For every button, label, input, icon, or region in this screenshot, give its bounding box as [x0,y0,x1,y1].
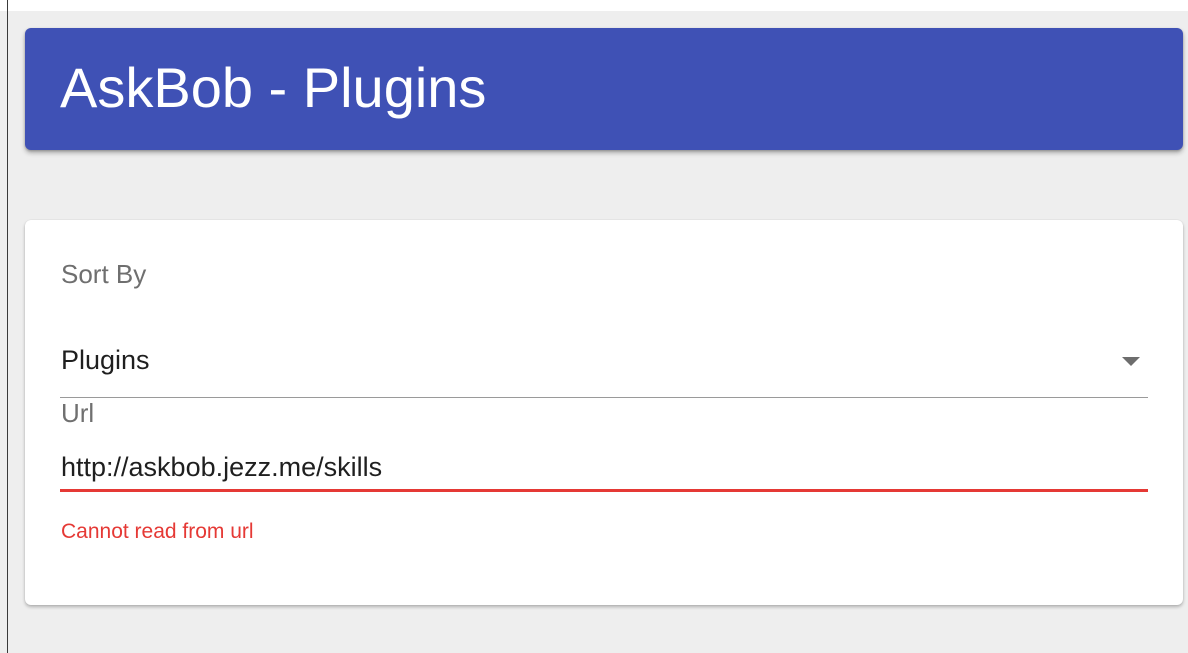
app-header: AskBob - Plugins [25,28,1183,150]
window-edge-divider [7,0,8,653]
sort-by-select[interactable]: Plugins [60,330,1148,398]
settings-card: Sort By Plugins Url Cannot read from url [25,220,1183,605]
page-title: AskBob - Plugins [60,56,487,119]
url-input[interactable] [60,446,1148,492]
chevron-down-icon[interactable] [1122,357,1140,366]
sort-by-label: Sort By [61,259,147,289]
top-strip [0,0,1188,11]
url-error-message: Cannot read from url [61,520,254,543]
url-label: Url [61,398,95,428]
sort-by-selected-value: Plugins [61,345,150,375]
